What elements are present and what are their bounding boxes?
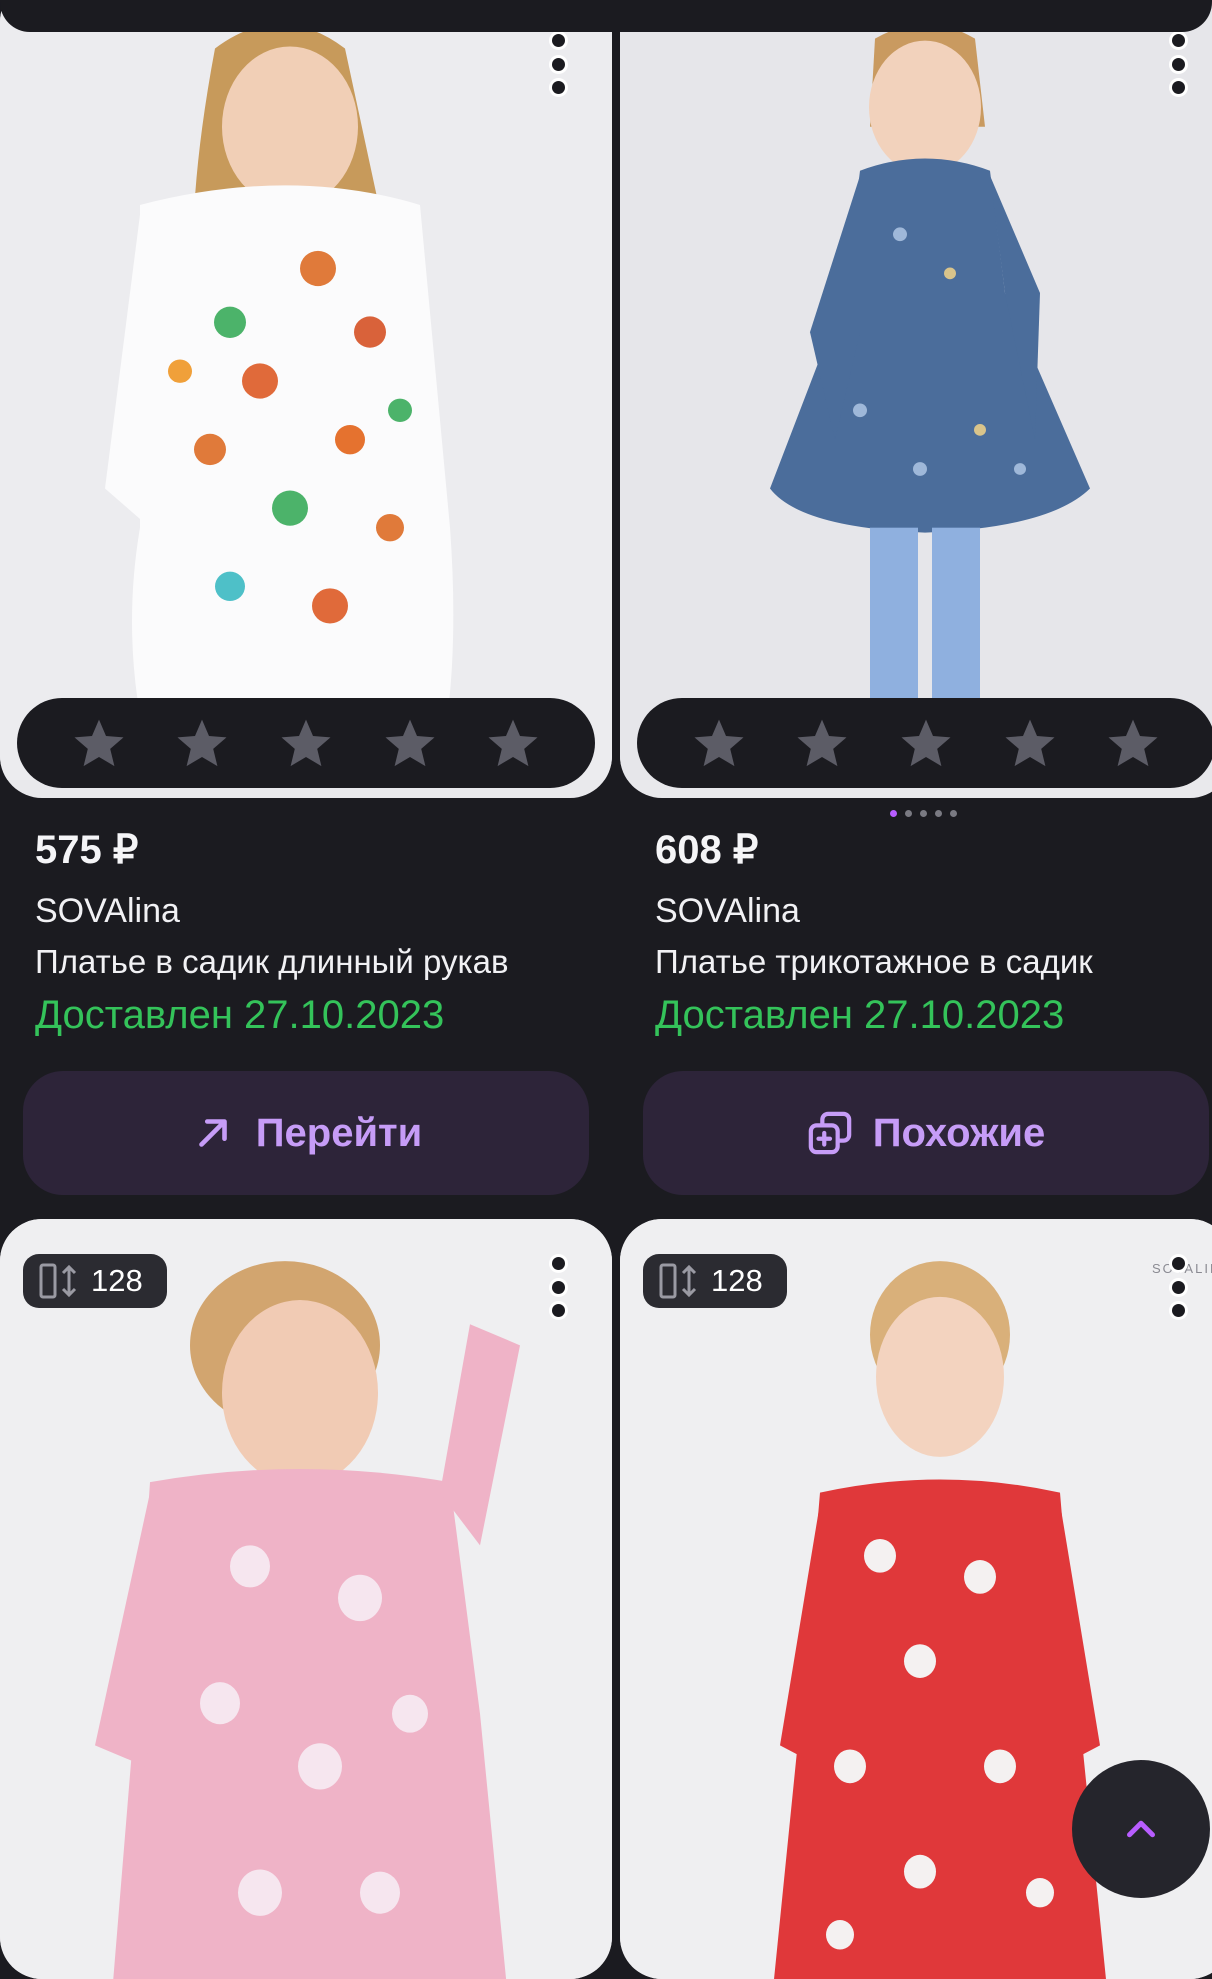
star-icon[interactable]	[794, 715, 850, 771]
girl-white-bird-dress-photo	[0, 0, 612, 780]
more-options-icon[interactable]	[548, 34, 568, 94]
carousel-indicator	[890, 810, 957, 817]
arrow-up-right-icon	[198, 1119, 227, 1147]
chevron-up-icon	[1127, 1820, 1155, 1838]
product-brand: SOVAlina	[655, 892, 800, 930]
rating-stars[interactable]	[17, 698, 595, 788]
star-icon[interactable]	[382, 715, 438, 771]
go-to-product-label: Перейти	[255, 1110, 423, 1155]
size-value: 128	[91, 1263, 143, 1298]
carousel-dot	[920, 810, 927, 817]
scroll-to-top-button[interactable]	[1072, 1760, 1210, 1898]
more-options-icon[interactable]	[548, 1257, 568, 1317]
product-price: 608 ₽	[655, 828, 759, 872]
ruler-icon	[659, 1263, 697, 1299]
ruler-icon	[39, 1263, 77, 1299]
carousel-dot	[935, 810, 942, 817]
product-image[interactable]: 128	[620, 0, 1212, 798]
carousel-dot	[905, 810, 912, 817]
product-image[interactable]	[0, 0, 612, 798]
top-bar	[0, 0, 1212, 32]
star-icon[interactable]	[71, 715, 127, 771]
product-price: 575 ₽	[35, 828, 139, 872]
carousel-dot	[890, 810, 897, 817]
girl-blue-floral-dress-photo	[620, 0, 1212, 780]
similar-icon	[808, 1111, 851, 1155]
similar-products-button[interactable]: Похожие	[643, 1071, 1209, 1195]
star-icon[interactable]	[1002, 715, 1058, 771]
product-info[interactable]: 575 ₽ SOVAlina Платье в садик длинный ру…	[35, 830, 509, 1035]
star-icon[interactable]	[485, 715, 541, 771]
carousel-dot	[950, 810, 957, 817]
product-image[interactable]: 128	[0, 1219, 612, 1979]
product-title: Платье трикотажное в садик	[655, 943, 1093, 980]
product-title: Платье в садик длинный рукав	[35, 943, 509, 980]
delivery-status: Доставлен 27.10.2023	[655, 993, 1065, 1037]
star-icon[interactable]	[691, 715, 747, 771]
go-to-product-button[interactable]: Перейти	[23, 1071, 589, 1195]
more-options-icon[interactable]	[1168, 34, 1188, 94]
star-icon[interactable]	[278, 715, 334, 771]
size-badge: 128	[643, 1254, 787, 1308]
more-options-icon[interactable]	[1168, 1257, 1188, 1317]
rating-stars[interactable]	[637, 698, 1212, 788]
star-icon[interactable]	[898, 715, 954, 771]
product-info[interactable]: 608 ₽ SOVAlina Платье трикотажное в сади…	[655, 830, 1093, 1035]
similar-products-label: Похожие	[872, 1110, 1046, 1155]
size-value: 128	[711, 1263, 763, 1298]
star-icon[interactable]	[174, 715, 230, 771]
girl-pink-bunny-dress-photo	[0, 1219, 612, 1979]
size-badge: 128	[23, 1254, 167, 1308]
delivery-status: Доставлен 27.10.2023	[35, 993, 445, 1037]
product-brand: SOVAlina	[35, 892, 180, 930]
star-icon[interactable]	[1105, 715, 1161, 771]
